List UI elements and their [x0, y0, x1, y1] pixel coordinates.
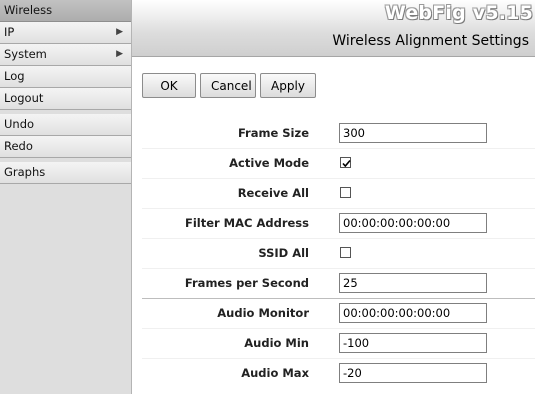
frames-per-second-label: Frames per Second — [184, 276, 309, 290]
sidebar-item-undo[interactable]: Undo — [0, 114, 131, 136]
audio-min-field[interactable] — [339, 333, 487, 353]
sidebar-item-label: System — [4, 47, 47, 61]
form-row-audio-min: Audio Min — [142, 328, 535, 358]
page-header: WebFig v5.15 Wireless Alignment Settings — [132, 0, 535, 57]
form-row-filter-mac: Filter MAC Address — [142, 208, 535, 238]
form-row-audio-max: Audio Max — [142, 358, 535, 388]
sidebar-item-ip[interactable]: IP ▶ — [0, 22, 131, 44]
ssid-all-label: SSID All — [258, 246, 309, 260]
page-title: Wireless Alignment Settings — [332, 33, 529, 49]
filter-mac-label: Filter MAC Address — [184, 216, 309, 230]
sidebar-item-wireless[interactable]: Wireless — [0, 0, 131, 22]
action-toolbar: OK Cancel Apply — [142, 73, 316, 98]
brand-logo: WebFig v5.15 — [384, 2, 533, 24]
checkmark-icon — [342, 159, 351, 168]
form-row-ssid-all: SSID All — [142, 238, 535, 268]
receive-all-checkbox[interactable] — [340, 187, 351, 198]
audio-min-label: Audio Min — [244, 336, 309, 350]
menu-group-main: Wireless IP ▶ System ▶ Log Logout — [0, 0, 131, 110]
active-mode-label: Active Mode — [229, 156, 309, 170]
form-row-active-mode: Active Mode — [142, 148, 535, 178]
menu-group-edit: Undo Redo — [0, 114, 131, 158]
main-content: OK Cancel Apply Frame Size Active Mode R… — [132, 57, 535, 394]
frame-size-label: Frame Size — [237, 126, 309, 140]
form-row-receive-all: Receive All — [142, 178, 535, 208]
audio-monitor-label: Audio Monitor — [217, 306, 309, 320]
sidebar-item-label: Redo — [4, 139, 33, 153]
sidebar-item-label: Wireless — [4, 3, 53, 17]
audio-monitor-field[interactable] — [339, 303, 487, 323]
sidebar-item-label: Graphs — [4, 165, 46, 179]
form-row-audio-monitor: Audio Monitor — [142, 299, 535, 328]
frames-per-second-field[interactable] — [339, 273, 487, 293]
sidebar-item-label: Undo — [4, 117, 35, 131]
audio-max-field[interactable] — [339, 363, 487, 383]
submenu-arrow-icon: ▶ — [116, 27, 123, 37]
ssid-all-checkbox[interactable] — [340, 247, 351, 258]
active-mode-checkbox[interactable] — [340, 157, 351, 168]
menu-group-tools: Graphs — [0, 162, 131, 184]
cancel-button[interactable]: Cancel — [200, 73, 256, 98]
frame-size-field[interactable] — [339, 123, 487, 143]
sidebar-item-label: IP — [4, 25, 15, 39]
submenu-arrow-icon: ▶ — [116, 49, 123, 59]
sidebar-item-log[interactable]: Log — [0, 66, 131, 88]
receive-all-label: Receive All — [237, 186, 309, 200]
sidebar-item-redo[interactable]: Redo — [0, 136, 131, 158]
audio-max-label: Audio Max — [241, 366, 309, 380]
form-row-frames-per-second: Frames per Second — [142, 268, 535, 299]
sidebar-item-graphs[interactable]: Graphs — [0, 162, 131, 184]
filter-mac-field[interactable] — [339, 213, 487, 233]
settings-form: Frame Size Active Mode Receive All Filte… — [142, 119, 535, 388]
sidebar-item-label: Logout — [4, 91, 44, 105]
ok-button[interactable]: OK — [142, 73, 196, 98]
apply-button[interactable]: Apply — [260, 73, 316, 98]
form-row-frame-size: Frame Size — [142, 119, 535, 148]
sidebar-item-system[interactable]: System ▶ — [0, 44, 131, 66]
sidebar-menu: Wireless IP ▶ System ▶ Log Logout Undo R… — [0, 0, 132, 394]
sidebar-item-logout[interactable]: Logout — [0, 88, 131, 110]
sidebar-item-label: Log — [4, 69, 25, 83]
webfig-app: Wireless IP ▶ System ▶ Log Logout Undo R… — [0, 0, 535, 394]
